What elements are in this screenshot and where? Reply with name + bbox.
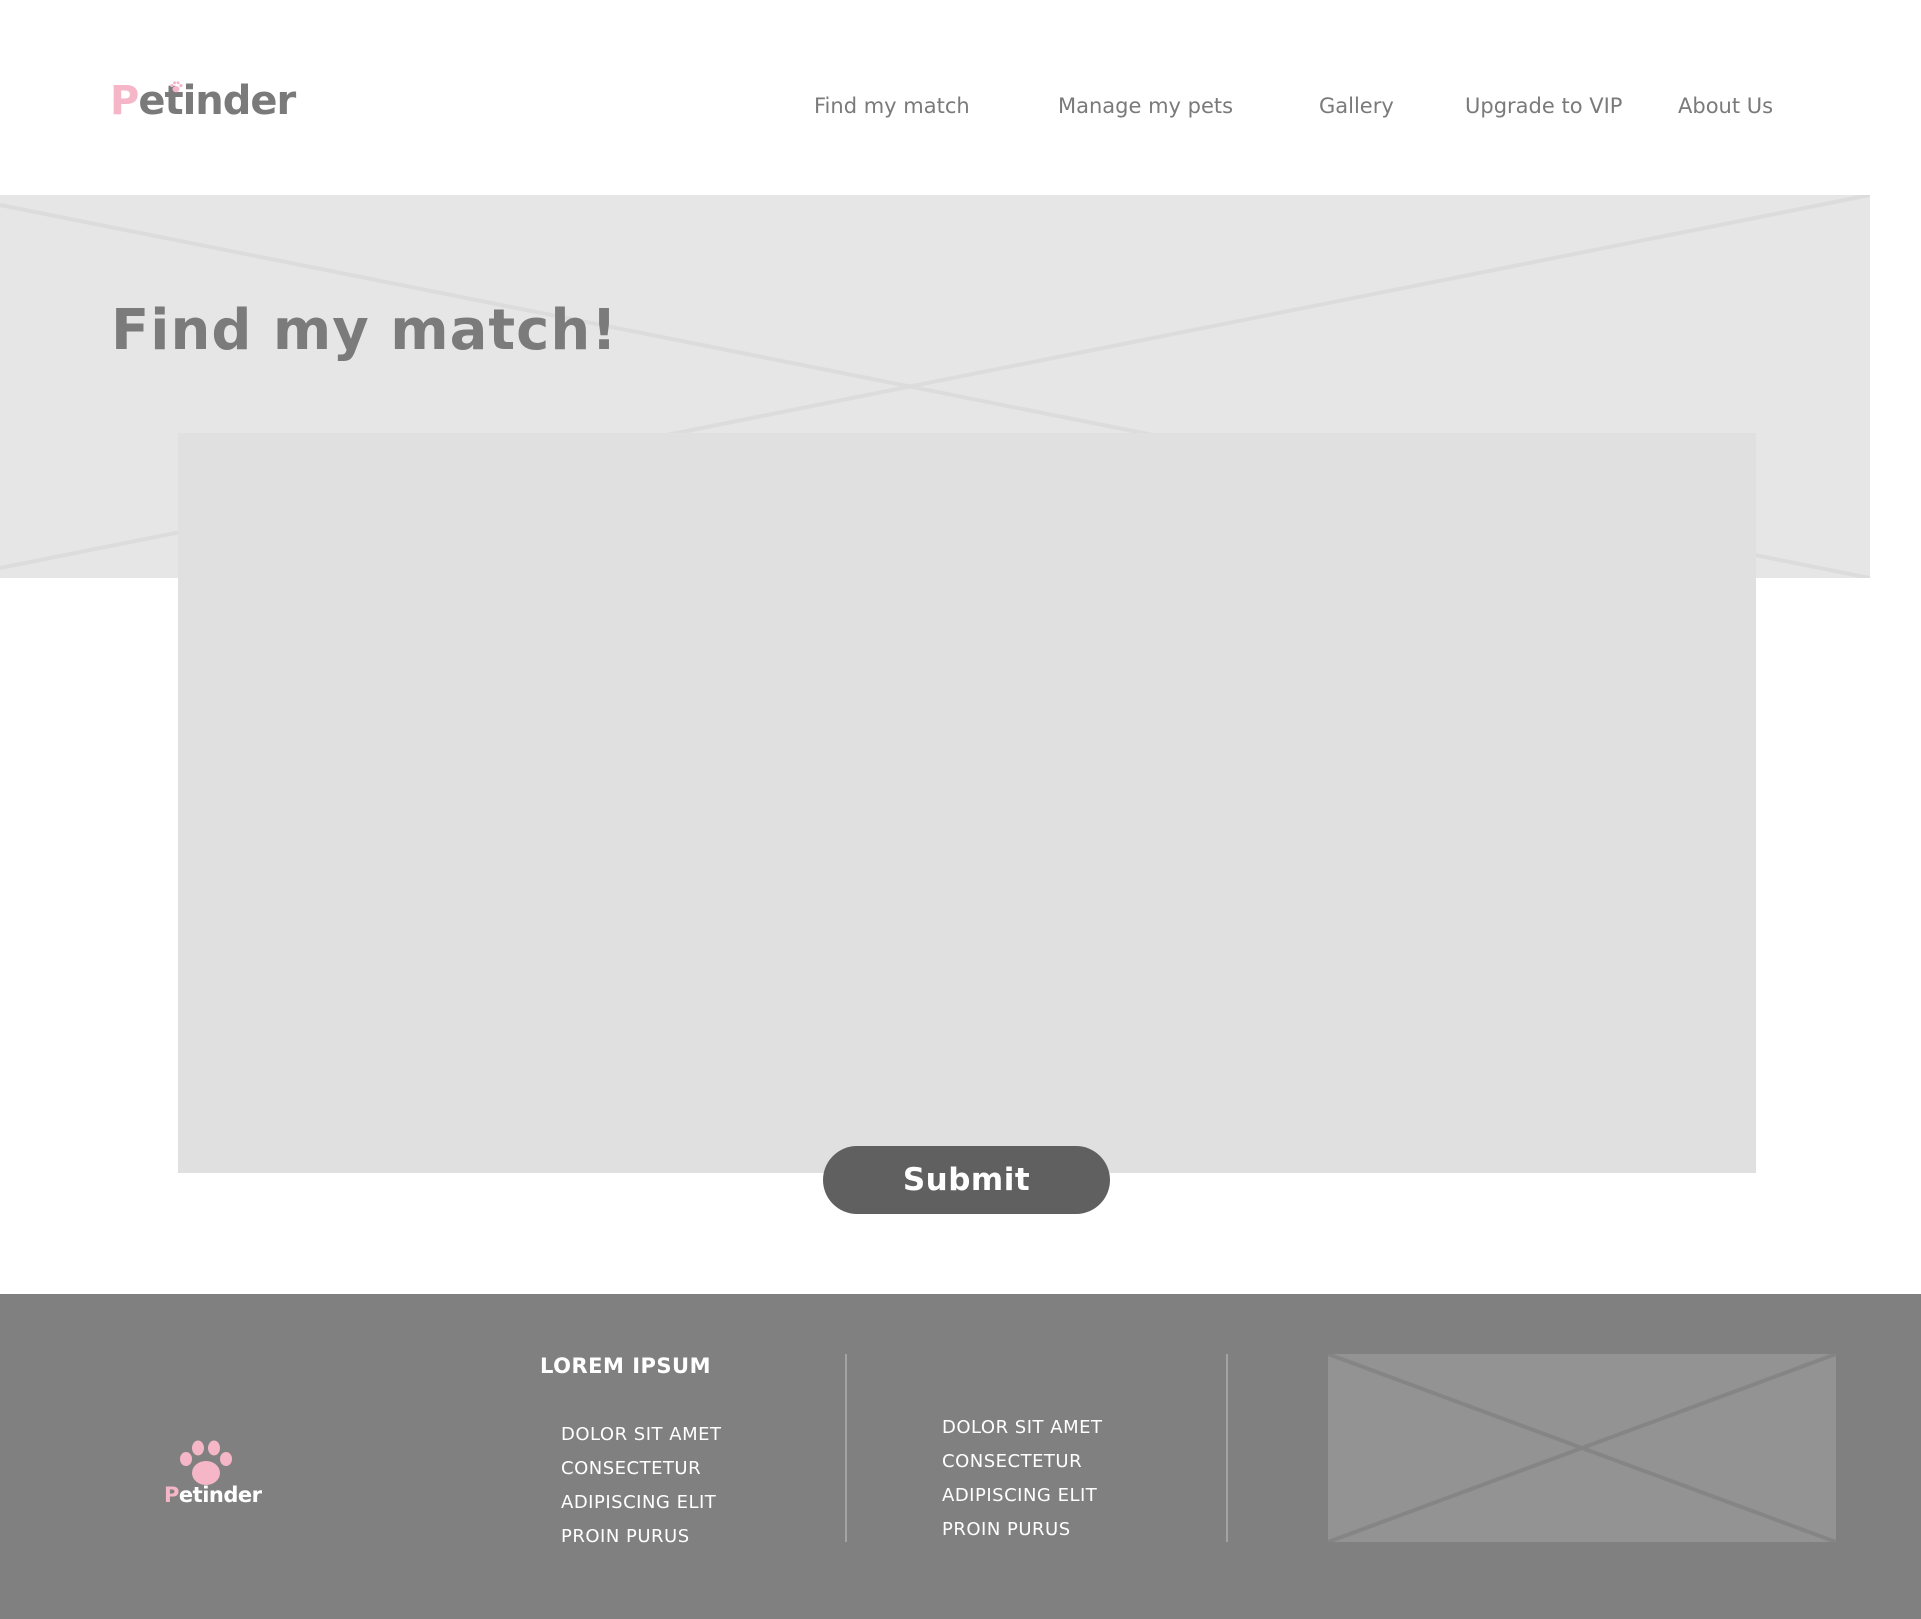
footer-links-column-1: DOLOR SIT AMET CONSECTETUR ADIPISCING EL…	[561, 1418, 721, 1554]
paw-icon	[180, 1440, 232, 1485]
footer-divider	[845, 1354, 847, 1542]
nav-gallery[interactable]: Gallery	[1319, 94, 1394, 118]
nav-find-my-match[interactable]: Find my match	[814, 94, 970, 118]
footer-heading: LOREM IPSUM	[540, 1354, 711, 1378]
footer-link[interactable]: CONSECTETUR	[942, 1445, 1102, 1479]
paw-icon	[170, 81, 183, 93]
footer-links-column-2: DOLOR SIT AMET CONSECTETUR ADIPISCING EL…	[942, 1411, 1102, 1547]
footer-link[interactable]: CONSECTETUR	[561, 1452, 721, 1486]
footer-link[interactable]: PROIN PURUS	[561, 1520, 721, 1554]
footer-link[interactable]: ADIPISCING ELIT	[942, 1479, 1102, 1513]
footer-logo-rest: etinder	[178, 1483, 262, 1507]
footer-divider	[1226, 1354, 1228, 1542]
footer-link[interactable]: ADIPISCING ELIT	[561, 1486, 721, 1520]
footer-link[interactable]: DOLOR SIT AMET	[561, 1418, 721, 1452]
nav-manage-my-pets[interactable]: Manage my pets	[1058, 94, 1233, 118]
logo-wordmark: Petinder	[110, 78, 296, 124]
match-form-panel	[178, 433, 1756, 1173]
logo-first-letter: P	[110, 78, 139, 124]
nav-about-us[interactable]: About Us	[1678, 94, 1773, 118]
logo-rest: etinder	[138, 78, 296, 124]
submit-button[interactable]: Submit	[823, 1146, 1110, 1214]
nav-upgrade-to-vip[interactable]: Upgrade to VIP	[1465, 94, 1622, 118]
footer-logo-wordmark: Petinder	[164, 1483, 262, 1507]
placeholder-cross-icon	[1328, 1354, 1836, 1542]
footer-image-placeholder	[1328, 1354, 1836, 1542]
footer-logo-first-letter: P	[164, 1483, 179, 1507]
page-title: Find my match!	[111, 298, 618, 363]
footer-logo[interactable]: Petinder	[162, 1439, 262, 1514]
footer-link[interactable]: DOLOR SIT AMET	[942, 1411, 1102, 1445]
footer: Petinder LOREM IPSUM DOLOR SIT AMET CONS…	[0, 1294, 1921, 1619]
footer-link[interactable]: PROIN PURUS	[942, 1513, 1102, 1547]
